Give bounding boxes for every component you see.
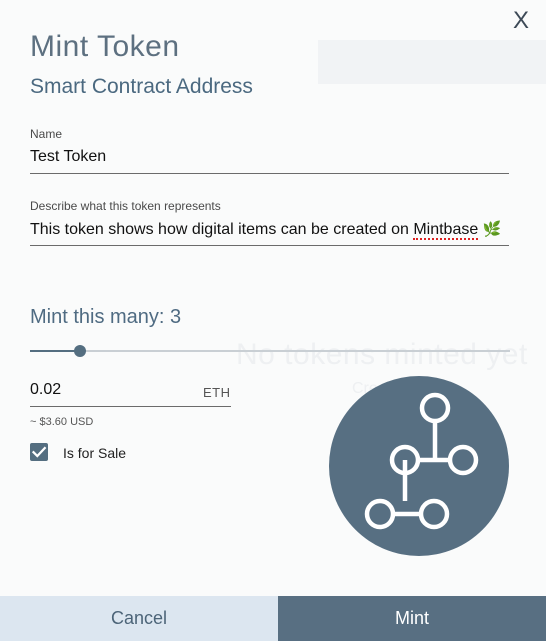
node-tree-icon — [329, 376, 509, 556]
modal-footer: Cancel Mint — [0, 596, 546, 641]
name-label: Name — [30, 127, 63, 141]
background-header-bar — [318, 40, 546, 84]
background-empty-message: No tokens minted yet — [236, 338, 528, 371]
currency-label: ETH — [203, 385, 231, 400]
for-sale-label[interactable]: Is for Sale — [63, 445, 126, 461]
mint-count-slider-thumb[interactable] — [73, 345, 86, 357]
mint-button[interactable]: Mint — [278, 596, 546, 641]
description-label: Describe what this token represents — [30, 199, 221, 213]
mint-count-slider-fill — [30, 350, 80, 352]
mint-count-slider-track[interactable] — [30, 350, 510, 352]
modal-title: Mint Token — [30, 30, 180, 63]
for-sale-checkbox[interactable] — [30, 443, 48, 461]
name-input-underline — [30, 173, 509, 174]
description-input-underline — [30, 245, 509, 246]
checkmark-icon — [31, 446, 47, 458]
misspelled-word: Mintbase — [413, 221, 479, 240]
price-input[interactable]: 0.02 — [30, 381, 61, 399]
usd-estimate: ~ $3.60 USD — [30, 416, 94, 428]
contract-address-link[interactable]: Smart Contract Address — [30, 75, 253, 99]
description-text: This token shows how digital items can b… — [30, 221, 414, 238]
close-button[interactable]: X — [510, 6, 532, 36]
node-tree-graphic — [364, 392, 479, 530]
cancel-button[interactable]: Cancel — [0, 596, 278, 641]
description-input[interactable]: This token shows how digital items can b… — [30, 220, 502, 240]
name-input[interactable]: Test Token — [30, 148, 106, 166]
mint-count-label: Mint this many: 3 — [30, 306, 182, 328]
leaf-emoji: 🌿 — [482, 221, 502, 238]
price-input-underline — [30, 406, 231, 407]
